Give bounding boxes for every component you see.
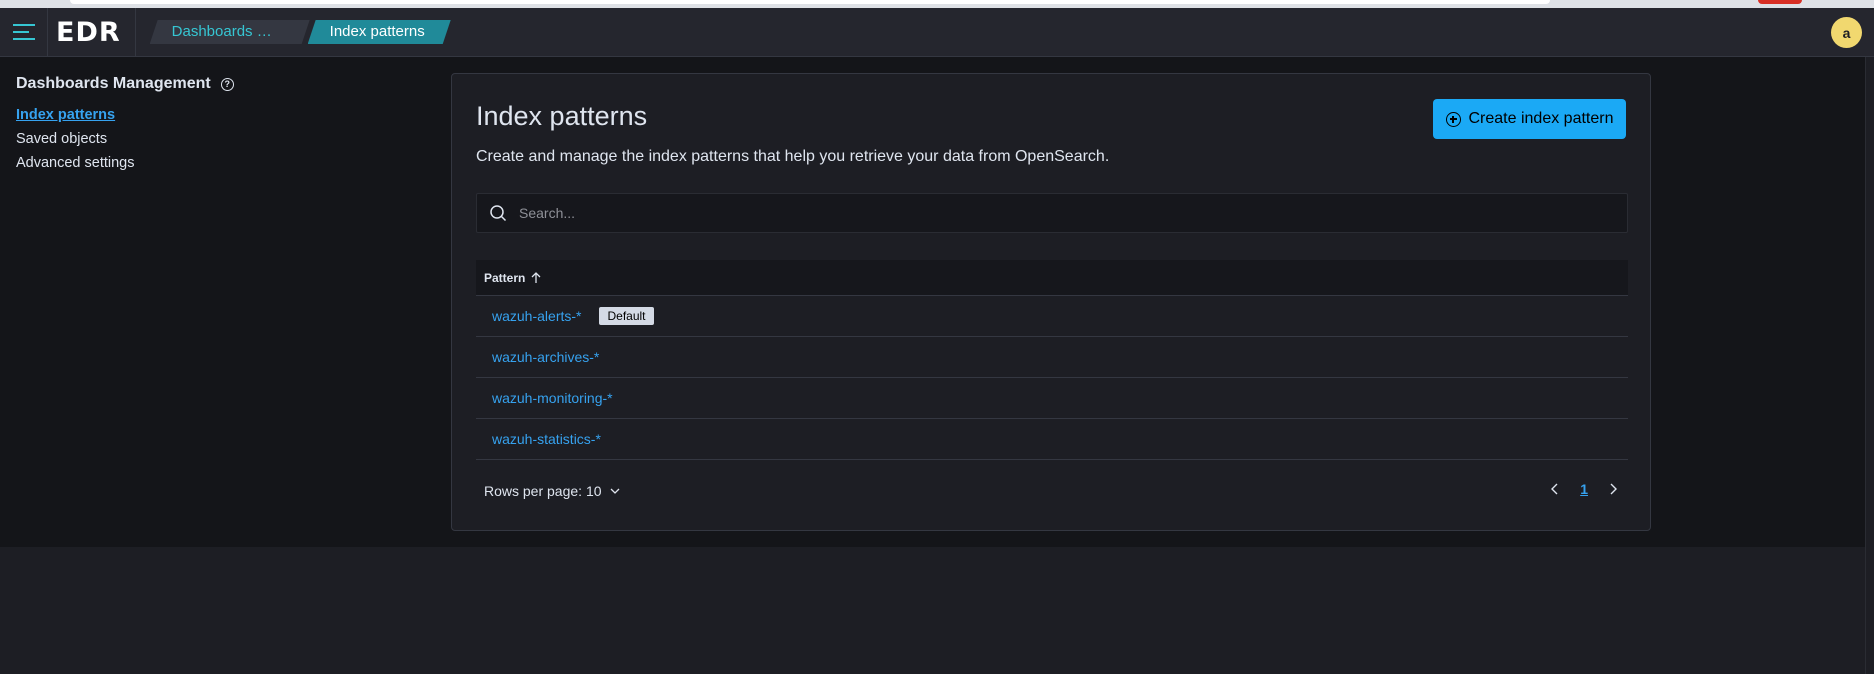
pattern-link[interactable]: wazuh-alerts-* <box>492 308 581 324</box>
hamburger-icon <box>12 24 35 40</box>
page-title: Index patterns <box>476 101 648 131</box>
default-badge: Default <box>599 307 654 325</box>
search-input[interactable] <box>517 204 1517 222</box>
breadcrumb-dashboards-management[interactable]: Dashboards Man... <box>150 20 310 44</box>
column-header-label: Pattern <box>484 270 526 285</box>
sidenav-title: Dashboards Management ? <box>16 75 234 93</box>
help-icon[interactable]: ? <box>220 77 234 91</box>
app-logo[interactable]: EDR <box>48 8 136 56</box>
page-number-button[interactable]: 1 <box>1580 481 1588 497</box>
pagination: 1 <box>1548 481 1620 497</box>
pattern-link[interactable]: wazuh-monitoring-* <box>492 390 613 406</box>
create-index-pattern-button[interactable]: Create index pattern <box>1433 99 1626 139</box>
plus-circle-icon <box>1445 111 1461 127</box>
pattern-link[interactable]: wazuh-statistics-* <box>492 431 601 447</box>
breadcrumb: Dashboards Man... Index patterns <box>150 20 449 44</box>
address-bar-edge <box>70 0 1550 4</box>
breadcrumb-index-patterns: Index patterns <box>308 20 451 44</box>
sidenav-title-text: Dashboards Management <box>16 75 211 92</box>
page-scrollbar[interactable] <box>1865 57 1874 674</box>
empty-page-area <box>0 547 1874 674</box>
page-description: Create and manage the index patterns tha… <box>476 148 1110 165</box>
page-body: Dashboards Management ? Index patterns S… <box>0 57 1874 547</box>
browser-chrome-strip <box>0 0 1874 8</box>
chevron-right-icon[interactable] <box>1606 482 1620 496</box>
chevron-down-icon <box>610 488 619 494</box>
side-nav: Dashboards Management ? Index patterns S… <box>16 75 234 179</box>
table-header-pattern[interactable]: Pattern <box>476 260 1628 296</box>
chevron-left-icon[interactable] <box>1548 482 1562 496</box>
create-index-pattern-label: Create index pattern <box>1468 110 1614 127</box>
rows-per-page-selector[interactable]: Rows per page: 10 <box>484 483 620 499</box>
table-row: wazuh-archives-* <box>476 337 1628 378</box>
sidebar-item-index-patterns[interactable]: Index patterns <box>16 107 234 123</box>
pattern-link[interactable]: wazuh-archives-* <box>492 349 599 365</box>
user-avatar[interactable]: a <box>1831 17 1862 48</box>
table-row: wazuh-monitoring-* <box>476 378 1628 419</box>
index-patterns-panel: Index patterns Create and manage the ind… <box>451 73 1651 531</box>
menu-toggle-button[interactable] <box>0 8 48 56</box>
search-icon <box>490 205 507 222</box>
sort-ascending-icon <box>531 271 541 283</box>
search-box <box>476 193 1628 233</box>
rows-per-page-label: Rows per page: 10 <box>484 483 602 499</box>
index-patterns-table: Pattern wazuh-alerts-* Default wazuh-arc… <box>476 260 1628 460</box>
browser-button-edge <box>1758 0 1802 4</box>
table-row: wazuh-alerts-* Default <box>476 296 1628 337</box>
sidebar-item-advanced-settings[interactable]: Advanced settings <box>16 155 234 171</box>
table-row: wazuh-statistics-* <box>476 419 1628 460</box>
top-header: EDR Dashboards Man... Index patterns a <box>0 8 1874 57</box>
sidebar-item-saved-objects[interactable]: Saved objects <box>16 131 234 147</box>
